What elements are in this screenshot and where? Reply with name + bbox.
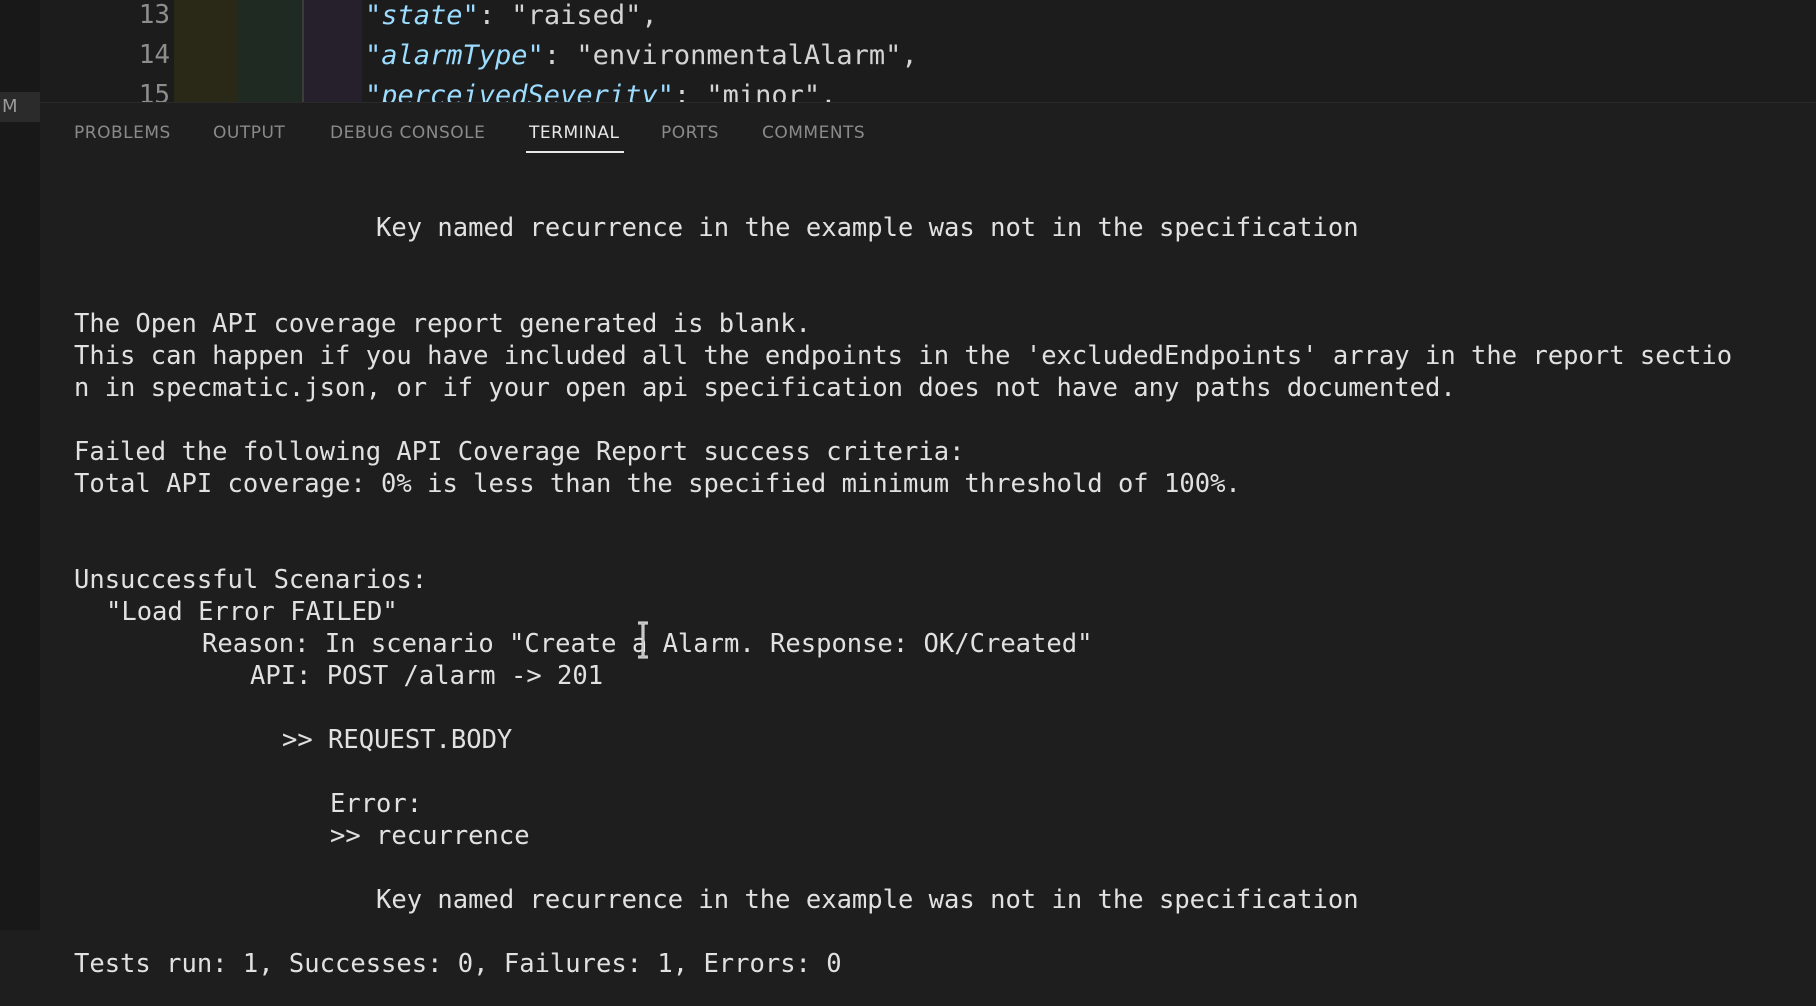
- terminal-line: The Open API coverage report generated i…: [74, 309, 811, 339]
- tab-terminal[interactable]: TERMINAL: [529, 123, 619, 143]
- terminal-line: Key named recurrence in the example was …: [376, 213, 1359, 243]
- json-key: "state": [365, 0, 479, 31]
- terminal-line: n in specmatic.json, or if your open api…: [74, 373, 1456, 403]
- terminal-line: Total API coverage: 0% is less than the …: [74, 469, 1241, 499]
- active-tab-indicator: [526, 151, 624, 153]
- json-value: : "environmentalAlarm",: [543, 40, 918, 71]
- activity-badge[interactable]: M: [0, 92, 40, 122]
- indent-guide-line: [302, 0, 304, 102]
- terminal-line: This can happen if you have included all…: [74, 341, 1733, 371]
- code-line: "perceivedSeverity": "minor",: [365, 80, 837, 103]
- terminal-line: "Load Error FAILED": [106, 597, 398, 627]
- bottom-panel: PROBLEMS OUTPUT DEBUG CONSOLE TERMINAL P…: [40, 103, 1816, 1006]
- line-number: 14: [138, 40, 170, 70]
- terminal-line: API: POST /alarm -> 201: [250, 661, 604, 691]
- json-key: "perceivedSeverity": [365, 80, 674, 103]
- terminal-line: Error:: [330, 789, 423, 819]
- activity-bar: [0, 0, 40, 1006]
- tab-ports[interactable]: PORTS: [661, 123, 719, 143]
- line-number: 13: [138, 0, 170, 30]
- tab-debug-console[interactable]: DEBUG CONSOLE: [330, 123, 485, 143]
- code-line: "state": "raised",: [365, 0, 658, 31]
- tab-problems[interactable]: PROBLEMS: [74, 123, 171, 143]
- json-value: : "raised",: [478, 0, 658, 31]
- tab-output[interactable]: OUTPUT: [213, 123, 285, 143]
- activity-bar-bottom: [0, 930, 40, 1006]
- terminal-line: >> recurrence: [330, 821, 530, 851]
- json-value: : "minor",: [673, 80, 837, 103]
- panel-tab-bar: PROBLEMS OUTPUT DEBUG CONSOLE TERMINAL P…: [40, 103, 1816, 155]
- terminal-line: >> REQUEST.BODY: [282, 725, 513, 755]
- code-line: "alarmType": "environmentalAlarm",: [365, 40, 918, 71]
- json-key: "alarmType": [365, 40, 544, 71]
- line-number-gutter: 13 14 15: [40, 0, 174, 102]
- text-cursor-icon: [638, 621, 648, 659]
- terminal-line: Failed the following API Coverage Report…: [74, 437, 965, 467]
- terminal-line: Key named recurrence in the example was …: [376, 885, 1359, 915]
- code-editor[interactable]: 13 14 15 "state": "raised", "alarmType":…: [40, 0, 1816, 103]
- indent-guide: [302, 0, 362, 102]
- terminal-line: Tests run: 1, Successes: 0, Failures: 1,…: [74, 949, 842, 979]
- line-number: 15: [138, 80, 170, 103]
- tab-comments[interactable]: COMMENTS: [762, 123, 865, 143]
- indent-guide: [174, 0, 238, 102]
- indent-guide: [238, 0, 302, 102]
- terminal-line: Unsuccessful Scenarios:: [74, 565, 428, 595]
